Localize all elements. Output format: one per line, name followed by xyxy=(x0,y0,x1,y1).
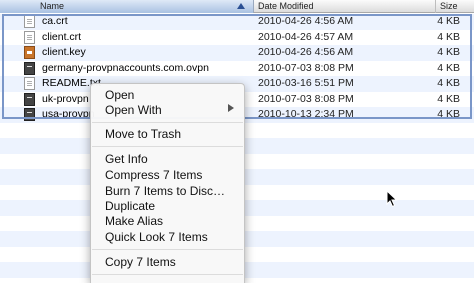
file-date: 2010-04-26 4:56 AM xyxy=(258,46,354,58)
size-column-header[interactable]: Size xyxy=(436,0,474,13)
file-row[interactable]: ca.crt 2010-04-26 4:56 AM 4 KB xyxy=(0,14,474,30)
name-column-header[interactable]: Name xyxy=(0,0,254,13)
file-row[interactable]: germany-provpnaccounts.com.ovpn 2010-07-… xyxy=(0,61,474,77)
menu-item-burn[interactable]: Burn 7 Items to Disc… xyxy=(105,184,225,199)
key-file-icon xyxy=(24,46,35,59)
file-size: 4 KB xyxy=(437,108,460,120)
file-name: uk-provpn xyxy=(42,92,89,105)
file-date: 2010-04-26 4:57 AM xyxy=(258,30,354,43)
menu-separator xyxy=(92,122,243,123)
mouse-pointer-icon xyxy=(386,190,398,208)
menu-separator xyxy=(92,249,243,250)
file-date: 2010-03-16 5:51 PM xyxy=(258,77,354,89)
file-size: 4 KB xyxy=(437,61,460,74)
file-size: 4 KB xyxy=(437,92,460,105)
ovpn-file-icon xyxy=(24,92,35,106)
file-date: 2010-07-03 8:08 PM xyxy=(258,92,354,105)
file-size: 4 KB xyxy=(437,30,460,43)
file-row[interactable]: client.key 2010-04-26 4:56 AM 4 KB xyxy=(0,45,474,61)
file-size: 4 KB xyxy=(437,15,460,27)
document-icon xyxy=(24,77,35,90)
file-name: ca.crt xyxy=(42,15,68,27)
menu-item-open-with[interactable]: Open With xyxy=(105,103,162,118)
menu-item-get-info[interactable]: Get Info xyxy=(105,152,148,167)
name-column-label: Name xyxy=(40,1,65,11)
context-menu: Open Open With Move to Trash Get Info Co… xyxy=(90,83,245,283)
size-column-label: Size xyxy=(440,1,458,11)
file-size: 4 KB xyxy=(437,46,460,58)
file-name: germany-provpnaccounts.com.ovpn xyxy=(42,61,209,74)
document-icon xyxy=(24,30,35,44)
file-size: 4 KB xyxy=(437,77,460,89)
file-name: client.crt xyxy=(42,30,82,43)
menu-item-make-alias[interactable]: Make Alias xyxy=(105,214,163,229)
date-modified-column-label: Date Modified xyxy=(258,1,314,11)
file-row[interactable]: client.crt 2010-04-26 4:57 AM 4 KB xyxy=(0,30,474,46)
menu-item-duplicate[interactable]: Duplicate xyxy=(105,199,155,214)
ovpn-file-icon xyxy=(24,61,35,75)
submenu-arrow-icon xyxy=(228,104,234,112)
file-name: client.key xyxy=(42,46,86,58)
menu-item-copy[interactable]: Copy 7 Items xyxy=(105,255,176,270)
menu-item-move-to-trash[interactable]: Move to Trash xyxy=(105,127,181,142)
file-name: usa-provpn xyxy=(42,108,95,120)
ovpn-file-icon xyxy=(24,108,35,121)
file-date: 2010-10-13 2:34 PM xyxy=(258,108,354,120)
menu-item-compress[interactable]: Compress 7 Items xyxy=(105,168,202,183)
menu-item-quick-look[interactable]: Quick Look 7 Items xyxy=(105,230,208,245)
file-date: 2010-04-26 4:56 AM xyxy=(258,15,354,27)
column-header-bar: Name Date Modified Size xyxy=(0,0,474,13)
document-icon xyxy=(24,15,35,28)
date-modified-column-header[interactable]: Date Modified xyxy=(254,0,436,13)
menu-separator xyxy=(92,146,243,147)
file-date: 2010-07-03 8:08 PM xyxy=(258,61,354,74)
sort-ascending-icon xyxy=(237,3,245,9)
menu-item-open[interactable]: Open xyxy=(105,88,134,103)
menu-separator xyxy=(92,274,243,275)
